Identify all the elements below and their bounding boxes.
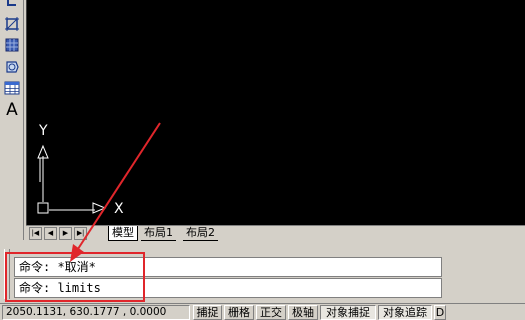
gradient-icon[interactable] [2, 35, 22, 55]
tab-layout2[interactable]: 布局2 [183, 226, 218, 241]
prev-tab-button[interactable]: ◀ [44, 227, 57, 240]
tab-model[interactable]: 模型 [108, 226, 138, 241]
ucs-icon [37, 144, 107, 214]
text-icon[interactable]: A [2, 100, 22, 120]
osnap-toggle[interactable]: 对象捕捉 [320, 305, 376, 320]
ucs-x-label: X [114, 201, 124, 217]
annotation-highlight-box [5, 252, 145, 302]
coordinate-readout: 2050.1131, 630.1777 , 0.0000 [2, 305, 190, 320]
region-icon[interactable] [2, 57, 22, 77]
hatch-icon[interactable] [2, 14, 22, 34]
table-icon[interactable] [2, 78, 22, 98]
polar-toggle[interactable]: 极轴 [288, 305, 318, 320]
tab-layout1[interactable]: 布局1 [141, 226, 176, 241]
drawing-canvas[interactable]: Y X [26, 0, 525, 225]
last-tab-button[interactable]: ▶| [74, 227, 87, 240]
ortho-toggle[interactable]: 正交 [256, 305, 286, 320]
snap-toggle[interactable]: 捕捉 [193, 305, 222, 320]
draw-toolbar: A [0, 0, 24, 240]
dyn-toggle[interactable]: D [434, 305, 446, 320]
first-tab-button[interactable]: |◀ [29, 227, 42, 240]
status-bar: 2050.1131, 630.1777 , 0.0000 捕捉 栅格 正交 极轴… [0, 303, 525, 320]
arc-icon[interactable] [2, 0, 22, 12]
layout-tabs-bar: |◀ ◀ ▶ ▶| 模型 布局1 布局2 [26, 225, 525, 241]
next-tab-button[interactable]: ▶ [59, 227, 72, 240]
grid-toggle[interactable]: 栅格 [224, 305, 254, 320]
ucs-y-label: Y [39, 123, 48, 139]
otrack-toggle[interactable]: 对象追踪 [378, 305, 432, 320]
